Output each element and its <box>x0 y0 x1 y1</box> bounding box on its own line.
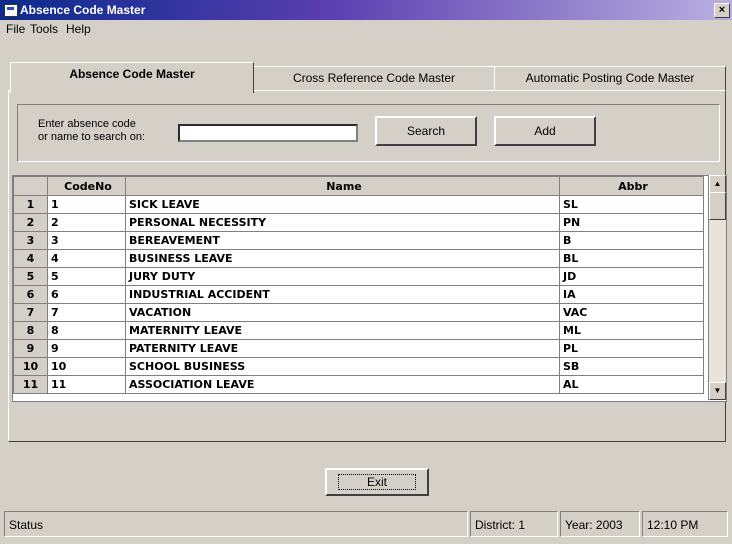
menu-tools[interactable]: Tools <box>30 22 58 36</box>
cell-abbr[interactable]: AL <box>559 375 704 394</box>
table-row[interactable]: 7 7 VACATION VAC <box>13 303 704 322</box>
tab-label: Automatic Posting Code Master <box>525 71 695 85</box>
cell-abbr[interactable]: B <box>559 231 704 250</box>
cell-codeno[interactable]: 7 <box>47 303 126 322</box>
grid-header-row: CodeNo Name Abbr <box>13 176 704 196</box>
cell-codeno[interactable]: 6 <box>47 285 126 304</box>
scroll-up-arrow-icon[interactable]: ▲ <box>709 175 726 193</box>
table-row[interactable]: 11 11 ASSOCIATION LEAVE AL <box>13 375 704 394</box>
table-row[interactable]: 6 6 INDUSTRIAL ACCIDENT IA <box>13 285 704 304</box>
cell-name[interactable]: PERSONAL NECESSITY <box>125 213 560 232</box>
cell-abbr[interactable]: BL <box>559 249 704 268</box>
cell-name[interactable]: BEREAVEMENT <box>125 231 560 250</box>
table-row[interactable]: 1 1 SICK LEAVE SL <box>13 195 704 214</box>
cell-name[interactable]: BUSINESS LEAVE <box>125 249 560 268</box>
scroll-down-arrow-icon[interactable]: ▼ <box>709 382 726 400</box>
menu-help[interactable]: Help <box>66 22 91 36</box>
menu-file[interactable]: File <box>6 22 25 36</box>
table-row[interactable]: 4 4 BUSINESS LEAVE BL <box>13 249 704 268</box>
row-header[interactable]: 4 <box>13 249 48 268</box>
row-header[interactable]: 2 <box>13 213 48 232</box>
app-window-icon <box>4 4 18 17</box>
row-header[interactable]: 5 <box>13 267 48 286</box>
add-button[interactable]: Add <box>494 116 596 146</box>
window-title: Absence Code Master <box>20 3 146 17</box>
grid-corner-cell <box>13 176 48 196</box>
cell-abbr[interactable]: VAC <box>559 303 704 322</box>
status-time: 12:10 PM <box>642 511 728 537</box>
search-button[interactable]: Search <box>375 116 477 146</box>
cell-codeno[interactable]: 5 <box>47 267 126 286</box>
cell-name[interactable]: SICK LEAVE <box>125 195 560 214</box>
cell-name[interactable]: VACATION <box>125 303 560 322</box>
row-header[interactable]: 11 <box>13 375 48 394</box>
grid-vertical-scrollbar[interactable]: ▲ ▼ <box>708 175 726 400</box>
row-header[interactable]: 8 <box>13 321 48 340</box>
tab-cross-reference-code-master[interactable]: Cross Reference Code Master <box>252 66 496 91</box>
tab-automatic-posting-code-master[interactable]: Automatic Posting Code Master <box>494 66 726 91</box>
scroll-thumb[interactable] <box>709 192 726 220</box>
table-row[interactable]: 5 5 JURY DUTY JD <box>13 267 704 286</box>
row-header[interactable]: 3 <box>13 231 48 250</box>
cell-codeno[interactable]: 2 <box>47 213 126 232</box>
status-year: Year: 2003 <box>560 511 640 537</box>
cell-codeno[interactable]: 10 <box>47 357 126 376</box>
menu-bar: File Tools Help <box>0 20 732 38</box>
row-header[interactable]: 9 <box>13 339 48 358</box>
status-district: District: 1 <box>470 511 558 537</box>
status-text: Status <box>4 511 468 537</box>
column-header-name[interactable]: Name <box>125 176 560 196</box>
cell-codeno[interactable]: 3 <box>47 231 126 250</box>
cell-abbr[interactable]: SL <box>559 195 704 214</box>
absence-code-grid[interactable]: CodeNo Name Abbr 1 1 SICK LEAVE SL 2 2 PERSON… <box>12 175 727 402</box>
cell-abbr[interactable]: ML <box>559 321 704 340</box>
row-header[interactable]: 1 <box>13 195 48 214</box>
cell-codeno[interactable]: 8 <box>47 321 126 340</box>
table-row[interactable]: 10 10 SCHOOL BUSINESS SB <box>13 357 704 376</box>
tab-absence-code-master[interactable]: Absence Code Master <box>10 62 254 93</box>
close-icon[interactable]: × <box>714 3 730 18</box>
tab-label: Cross Reference Code Master <box>292 71 456 85</box>
table-row[interactable]: 2 2 PERSONAL NECESSITY PN <box>13 213 704 232</box>
table-row[interactable]: 3 3 BEREAVEMENT B <box>13 231 704 250</box>
cell-abbr[interactable]: PN <box>559 213 704 232</box>
cell-codeno[interactable]: 4 <box>47 249 126 268</box>
table-row[interactable]: 9 9 PATERNITY LEAVE PL <box>13 339 704 358</box>
search-input[interactable] <box>178 124 358 142</box>
cell-codeno[interactable]: 11 <box>47 375 126 394</box>
cell-codeno[interactable]: 1 <box>47 195 126 214</box>
cell-name[interactable]: ASSOCIATION LEAVE <box>125 375 560 394</box>
row-header[interactable]: 10 <box>13 357 48 376</box>
table-row[interactable]: 8 8 MATERNITY LEAVE ML <box>13 321 704 340</box>
row-header[interactable]: 7 <box>13 303 48 322</box>
title-bar: Absence Code Master × <box>0 0 732 20</box>
column-header-codeno[interactable]: CodeNo <box>47 176 126 196</box>
cell-name[interactable]: PATERNITY LEAVE <box>125 339 560 358</box>
exit-button[interactable]: Exit <box>325 468 429 496</box>
tab-label: Absence Code Master <box>69 67 195 81</box>
cell-name[interactable]: MATERNITY LEAVE <box>125 321 560 340</box>
row-header[interactable]: 6 <box>13 285 48 304</box>
cell-codeno[interactable]: 9 <box>47 339 126 358</box>
cell-abbr[interactable]: SB <box>559 357 704 376</box>
cell-name[interactable]: INDUSTRIAL ACCIDENT <box>125 285 560 304</box>
cell-abbr[interactable]: IA <box>559 285 704 304</box>
cell-name[interactable]: SCHOOL BUSINESS <box>125 357 560 376</box>
cell-name[interactable]: JURY DUTY <box>125 267 560 286</box>
search-label: Enter absence code or name to search on: <box>38 118 146 143</box>
column-header-abbr[interactable]: Abbr <box>559 176 704 196</box>
cell-abbr[interactable]: JD <box>559 267 704 286</box>
cell-abbr[interactable]: PL <box>559 339 704 358</box>
